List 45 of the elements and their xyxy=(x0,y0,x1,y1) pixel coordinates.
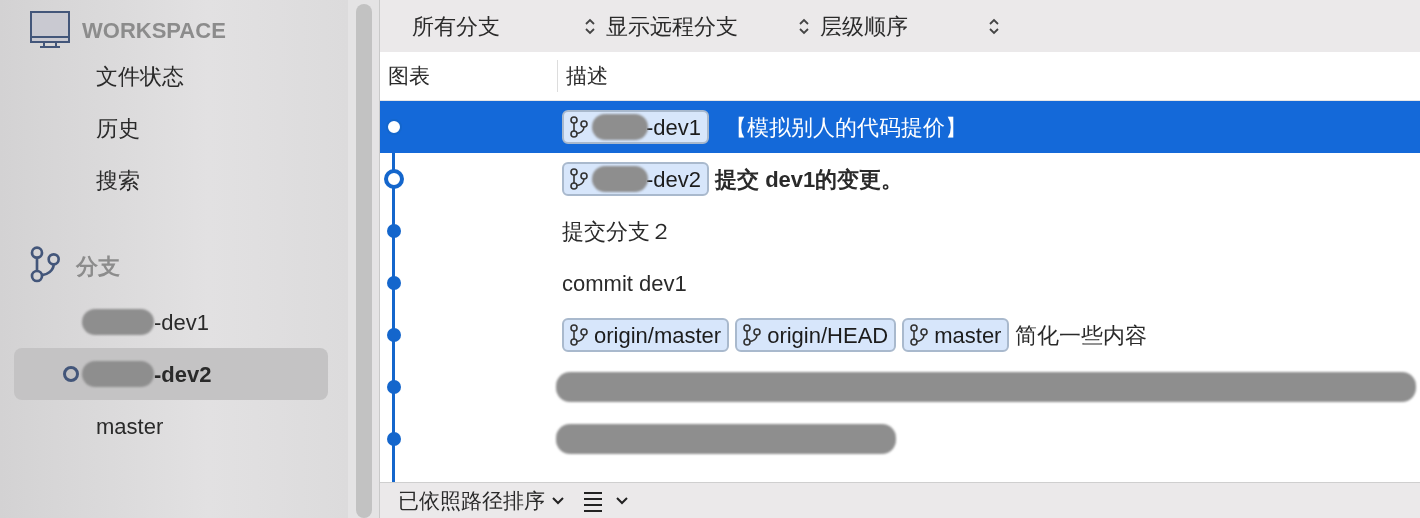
column-header[interactable]: 描述 xyxy=(558,60,608,92)
filter-dropdown[interactable]: 所有分支 xyxy=(412,9,606,43)
branch-icon xyxy=(570,324,588,346)
scrollbar-thumb[interactable] xyxy=(356,4,372,518)
branch-icon xyxy=(743,324,762,346)
open-node-icon xyxy=(383,116,405,138)
chevron-icon xyxy=(615,495,629,506)
filter-dropdown[interactable]: 层级顺序 xyxy=(820,9,1010,43)
commit-message: commit dev1 xyxy=(562,269,687,298)
monitor-icon xyxy=(30,11,70,49)
commit-message: 【模拟别人的代码提价】 xyxy=(725,113,968,142)
updown-icon xyxy=(988,17,1000,35)
commit-row[interactable]: origin/master origin/HEAD master 简化一些内容 xyxy=(380,309,1420,361)
branch-name[interactable]: master xyxy=(96,409,164,443)
sidebar-item[interactable]: 历史 xyxy=(0,102,348,154)
sidebar-item[interactable]: 文件状态 xyxy=(0,50,348,102)
commit-row[interactable]: -dev1 【模拟别人的代码提价】 xyxy=(380,101,1420,153)
updown-icon xyxy=(584,17,596,35)
branch-icon xyxy=(910,324,929,346)
sidebar-item[interactable]: 搜索 xyxy=(0,154,348,206)
branch-tag[interactable]: origin/HEAD xyxy=(735,318,897,352)
commit-message: 提交分支２ xyxy=(562,217,672,246)
chevron-icon xyxy=(551,495,565,506)
sort-dropdown[interactable]: 已依照路径排序 xyxy=(398,484,565,517)
branch-tag[interactable]: -dev2 xyxy=(562,162,710,196)
branch-tag[interactable]: origin/master xyxy=(562,318,730,352)
section-title: WORKSPACE xyxy=(82,16,226,45)
updown-icon xyxy=(798,17,810,35)
menu-icon xyxy=(583,489,603,512)
filter-dropdown[interactable]: 显示远程分支 xyxy=(606,9,820,43)
branch-tag[interactable]: -dev1 xyxy=(562,110,710,144)
column-header[interactable]: 图表 xyxy=(380,60,558,92)
current-node-icon xyxy=(383,168,405,190)
commit-message: 提交 dev1的变更。 xyxy=(715,165,904,194)
branch-name[interactable]: -dev1 xyxy=(154,305,210,339)
commit-row[interactable]: -dev2 提交 dev1的变更。 xyxy=(380,153,1420,205)
section-title: 分支 xyxy=(76,252,120,281)
commit-row[interactable]: commit dev1 xyxy=(380,257,1420,309)
branch-tag[interactable]: master xyxy=(902,318,1010,352)
branch-icon xyxy=(570,116,588,138)
commit-message: 简化一些内容 xyxy=(1015,321,1148,350)
view-menu-button[interactable] xyxy=(583,489,629,512)
commit-row[interactable]: 提交分支２ xyxy=(380,205,1420,257)
branch-name[interactable]: -dev2 xyxy=(154,357,212,391)
branch-icon xyxy=(570,168,588,190)
